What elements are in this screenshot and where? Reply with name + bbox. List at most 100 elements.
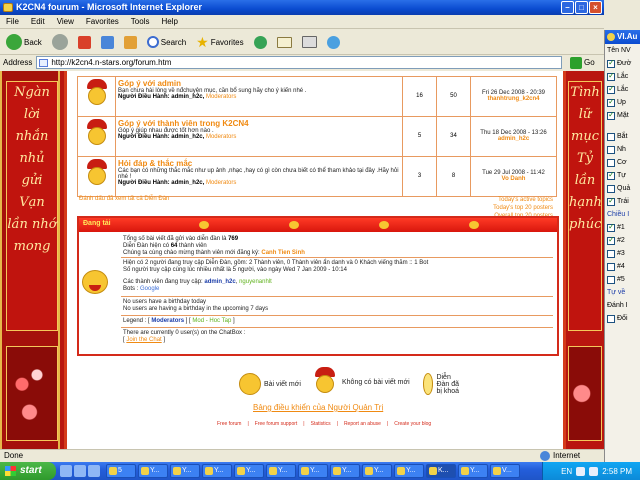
taskbar-task[interactable]: Y... xyxy=(362,464,392,478)
mail-button[interactable] xyxy=(275,32,294,52)
legend-no-new-posts: Không có bài viết mới xyxy=(311,367,410,397)
forum-topics-count: 5 xyxy=(402,115,437,157)
active-topics-link[interactable]: Today's active topics xyxy=(493,196,553,204)
close-button[interactable]: × xyxy=(589,1,602,14)
admin-link[interactable]: admin_h2c, xyxy=(171,94,204,100)
search-button[interactable]: Search xyxy=(145,32,188,52)
menu-edit[interactable]: Edit xyxy=(31,15,45,28)
panel-option[interactable]: Lắc xyxy=(605,83,640,96)
taskbar-task[interactable]: Y... xyxy=(458,464,488,478)
quicklaunch-ie-icon[interactable] xyxy=(60,465,72,477)
quicklaunch-media-icon[interactable] xyxy=(88,465,100,477)
menu-bar: File Edit View Favorites Tools Help xyxy=(0,15,604,29)
minimize-button[interactable]: – xyxy=(561,1,574,14)
language-indicator[interactable]: EN xyxy=(561,467,572,476)
taskbar-task[interactable]: V... xyxy=(490,464,520,478)
maximize-button[interactable]: □ xyxy=(575,1,588,14)
taskbar-task[interactable]: Y... xyxy=(170,464,200,478)
panel-tool[interactable]: Cơ xyxy=(605,156,640,169)
checkbox-icon xyxy=(607,235,615,245)
status-bar: Done Internet xyxy=(0,449,604,462)
admin-link[interactable]: admin_h2c, xyxy=(171,134,204,140)
panel-option[interactable]: Lắc xyxy=(605,70,640,83)
panel-tool[interactable]: Bắt xyxy=(605,130,640,143)
panel-option[interactable]: #4 xyxy=(605,260,640,273)
taskbar-task[interactable]: K... xyxy=(426,464,456,478)
panel-option[interactable]: Mặt xyxy=(605,109,640,122)
panel-option[interactable]: Quả xyxy=(605,182,640,195)
panel-option[interactable]: Đườ xyxy=(605,57,640,70)
newest-member-link[interactable]: Canh Tien Sinh xyxy=(261,250,305,256)
taskbar-task[interactable]: Y... xyxy=(234,464,264,478)
legend-moderators-link[interactable]: Moderators xyxy=(151,318,184,324)
menu-help[interactable]: Help xyxy=(161,15,177,28)
start-button[interactable]: start xyxy=(0,462,56,480)
admin-panel-link[interactable]: Bảng điều khiển của Người Quản Trị xyxy=(253,403,383,412)
moderators-link[interactable]: Moderators xyxy=(206,134,236,140)
last-post-user-link[interactable]: admin_h2c xyxy=(473,136,554,142)
menu-file[interactable]: File xyxy=(6,15,19,28)
panel-input[interactable]: Đánh I xyxy=(605,299,640,312)
menu-tools[interactable]: Tools xyxy=(131,15,150,28)
taskbar-task[interactable]: Y... xyxy=(138,464,168,478)
forum-title-link[interactable]: Góp ý với admin xyxy=(118,79,400,88)
forum-title-link[interactable]: Hỏi đáp & thắc mắc xyxy=(118,159,400,168)
moderators-link[interactable]: Moderators xyxy=(206,180,236,186)
footer-statistics-link[interactable]: Statistics xyxy=(311,421,331,427)
forward-button[interactable] xyxy=(50,32,70,52)
panel-tool[interactable]: Nh xyxy=(605,143,640,156)
panel-option[interactable]: #3 xyxy=(605,247,640,260)
tray-volume-icon[interactable] xyxy=(589,466,599,476)
footer-blog-link[interactable]: Create your blog xyxy=(394,421,431,427)
menu-favorites[interactable]: Favorites xyxy=(86,15,119,28)
legend-group-link[interactable]: Mod - Hoc Tap xyxy=(192,318,231,324)
panel-option[interactable]: Up xyxy=(605,96,640,109)
panel-option[interactable]: Trái xyxy=(605,195,640,208)
page-icon xyxy=(39,59,49,67)
moderators-link[interactable]: Moderators xyxy=(206,94,236,100)
stop-button[interactable] xyxy=(76,32,93,52)
last-post-user-link[interactable]: Vo Danh xyxy=(473,176,554,182)
panel-option[interactable]: #5 xyxy=(605,273,640,286)
clock[interactable]: 2:58 PM xyxy=(602,467,632,476)
footer-report-link[interactable]: Report an abuse xyxy=(344,421,381,427)
history-button[interactable] xyxy=(252,32,269,52)
join-chat-link[interactable]: Join the Chat xyxy=(126,337,161,343)
footer-support-link[interactable]: Free forum support xyxy=(255,421,298,427)
left-banner: Ngàn lời nhắn nhủ gửi Vạn lần nhớ mong xyxy=(0,71,60,449)
go-button[interactable]: Go xyxy=(570,56,604,69)
last-post-user-link[interactable]: thanhtrung_k2cn4 xyxy=(473,96,554,102)
tray-network-icon[interactable] xyxy=(576,466,586,476)
window-controls: – □ × xyxy=(561,1,602,14)
taskbar-task[interactable]: Y... xyxy=(298,464,328,478)
home-button[interactable] xyxy=(122,32,139,52)
taskbar-task[interactable]: Y... xyxy=(266,464,296,478)
taskbar-task[interactable]: Y... xyxy=(202,464,232,478)
taskbar-task[interactable]: Y... xyxy=(330,464,360,478)
today-top-posters-link[interactable]: Today's top 20 posters xyxy=(493,204,553,212)
refresh-icon xyxy=(100,35,114,49)
panel-option[interactable]: Đổi xyxy=(605,312,640,325)
panel-option[interactable]: Tự xyxy=(605,169,640,182)
panel-option[interactable]: #2 xyxy=(605,234,640,247)
forum-title-link[interactable]: Góp ý với thành viên trong K2CN4 xyxy=(118,119,400,128)
mark-all-read-link[interactable]: Đánh dấu đã xem tất cả Diễn Đàn xyxy=(79,196,169,202)
favorites-button[interactable]: ★ Favorites xyxy=(194,32,245,52)
taskbar-task[interactable]: 5 xyxy=(106,464,136,478)
online-user-link[interactable]: nguyenanhlt xyxy=(239,279,272,285)
address-input[interactable]: http://k2cn4.n-stars.org/forum.htm xyxy=(36,56,562,69)
taskbar-task[interactable]: Y... xyxy=(394,464,424,478)
online-user-link[interactable]: admin_h2c xyxy=(204,279,235,285)
back-button[interactable]: Back xyxy=(4,32,44,52)
footer-free-forum-link[interactable]: Free forum xyxy=(217,421,241,427)
stats-cell: Tổng số bài viết đã gửi vào diễn đàn là … xyxy=(121,235,553,258)
print-button[interactable] xyxy=(300,32,319,52)
menu-view[interactable]: View xyxy=(57,15,74,28)
address-label: Address xyxy=(3,58,33,67)
panel-option[interactable]: #1 xyxy=(605,221,640,234)
no-new-posts-icon xyxy=(311,367,339,397)
admin-link[interactable]: admin_h2c, xyxy=(171,180,204,186)
refresh-button[interactable] xyxy=(99,32,116,52)
messenger-button[interactable] xyxy=(325,32,342,52)
quicklaunch-desktop-icon[interactable] xyxy=(74,465,86,477)
